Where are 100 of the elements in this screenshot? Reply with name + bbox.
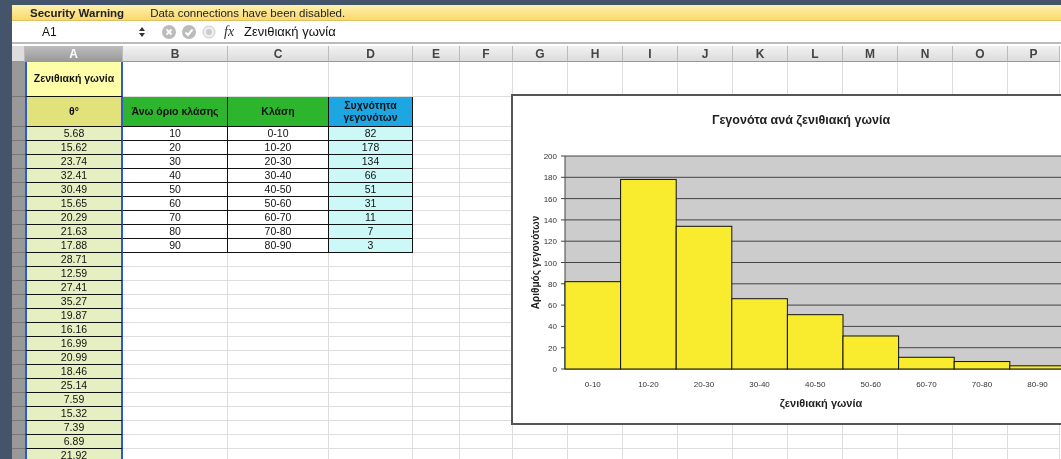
x-tick-label: 60-70 [916, 380, 937, 389]
row-header[interactable] [12, 62, 25, 97]
row-header[interactable] [12, 183, 25, 197]
table-cell: 15.65 [25, 197, 123, 211]
row-header[interactable] [12, 155, 25, 169]
row-header[interactable] [12, 351, 25, 365]
column-header[interactable]: O [953, 46, 1008, 62]
table-cell: 10 [123, 127, 228, 141]
function-icon[interactable] [202, 24, 216, 39]
column-header[interactable]: C [228, 46, 329, 62]
column-header[interactable]: K [733, 46, 788, 62]
x-tick-label: 30-40 [749, 380, 770, 389]
y-tick-label: 40 [548, 322, 557, 332]
column-header[interactable]: M [843, 46, 898, 62]
column-header[interactable]: H [568, 46, 623, 62]
table-cell: 31 [329, 197, 413, 211]
table-cell: 6.89 [25, 435, 123, 449]
table-cell: 27.41 [25, 281, 123, 295]
y-tick-label: 100 [543, 258, 557, 268]
y-tick-label: 160 [543, 194, 557, 204]
x-tick-label: 0-10 [584, 380, 601, 389]
column-header[interactable]: D [329, 46, 413, 62]
y-tick-label: 20 [548, 343, 557, 353]
table-cell: 3 [329, 239, 413, 253]
table-cell: 80-90 [228, 239, 329, 253]
y-tick-label: 0 [552, 365, 557, 374]
row-header[interactable] [12, 211, 25, 225]
table-cell: 178 [329, 141, 413, 155]
column-header[interactable]: I [623, 46, 678, 62]
x-tick-label: 70-80 [971, 380, 993, 389]
stepper-icon[interactable] [138, 25, 146, 38]
insert-function-button[interactable]: fx [224, 23, 235, 40]
table-cell: 7 [329, 225, 413, 239]
select-all-corner[interactable] [12, 46, 25, 62]
table-cell: 0-10 [228, 127, 329, 141]
column-header[interactable]: P [1008, 46, 1060, 62]
row-header[interactable] [12, 141, 25, 155]
x-tick-label: 10-20 [638, 380, 659, 389]
table-cell: 25.14 [25, 379, 123, 393]
table-cell: 23.74 [25, 155, 123, 169]
formula-field[interactable]: Ζενιθιακή γωνία [244, 24, 336, 39]
cancel-icon[interactable] [162, 24, 176, 39]
row-header[interactable] [12, 337, 25, 351]
column-header[interactable]: E [413, 46, 460, 62]
row-header[interactable] [12, 97, 25, 127]
column-header[interactable]: B [123, 46, 228, 62]
x-tick-label: 80-90 [1027, 380, 1048, 389]
row-header[interactable] [12, 449, 25, 459]
table-cell: 30.49 [25, 183, 123, 197]
table-cell: 28.71 [25, 253, 123, 267]
table-cell: 12.59 [25, 267, 123, 281]
column-header[interactable]: L [788, 46, 843, 62]
table-cell: 19.87 [25, 309, 123, 323]
table-cell: 11 [329, 211, 413, 225]
table-cell: 20-30 [228, 155, 329, 169]
row-header[interactable] [12, 239, 25, 253]
row-header[interactable] [12, 225, 25, 239]
table-cell: 66 [329, 169, 413, 183]
row-header[interactable] [12, 197, 25, 211]
column-heading: Συχνότητα γεγονότων [329, 97, 413, 127]
column-header[interactable]: G [513, 46, 568, 62]
row-header[interactable] [12, 407, 25, 421]
table-cell: 10-20 [228, 141, 329, 155]
table-cell: 51 [329, 183, 413, 197]
table-cell: 134 [329, 155, 413, 169]
column-heading: Κλάση [228, 97, 329, 127]
check-icon[interactable] [182, 24, 196, 39]
y-tick-label: 60 [548, 301, 557, 311]
x-axis-title: ζενιθιακή γωνία [779, 397, 863, 409]
column-header[interactable]: J [678, 46, 733, 62]
row-header[interactable] [12, 379, 25, 393]
table-cell: 17.88 [25, 239, 123, 253]
column-heading: θ° [25, 97, 123, 127]
table-cell: 20.99 [25, 351, 123, 365]
chart-title: Γεγονότα ανά ζενιθιακή γωνία [711, 113, 891, 127]
row-header[interactable] [12, 169, 25, 183]
column-header[interactable]: F [460, 46, 513, 62]
row-header[interactable] [12, 365, 25, 379]
name-box[interactable]: A1 [12, 24, 138, 39]
table-cell: 5.68 [25, 127, 123, 141]
table-cell: 7.59 [25, 393, 123, 407]
row-header[interactable] [12, 267, 25, 281]
table-cell: 15.62 [25, 141, 123, 155]
row-header[interactable] [12, 295, 25, 309]
column-heading: Άνω όριο κλάσης [123, 97, 228, 127]
row-header[interactable] [12, 281, 25, 295]
table-cell: 90 [123, 239, 228, 253]
table-cell: 15.32 [25, 407, 123, 421]
y-axis-title: Αριθμός γεγονότων [530, 215, 541, 310]
row-header[interactable] [12, 421, 25, 435]
row-header[interactable] [12, 309, 25, 323]
row-header[interactable] [12, 253, 25, 267]
column-header[interactable]: N [898, 46, 953, 62]
row-header[interactable] [12, 393, 25, 407]
table-cell: 16.16 [25, 323, 123, 337]
warning-message: Data connections have been disabled. [150, 6, 346, 19]
row-header[interactable] [12, 127, 25, 141]
row-header[interactable] [12, 435, 25, 449]
table-cell: 50 [123, 183, 228, 197]
row-header[interactable] [12, 323, 25, 337]
